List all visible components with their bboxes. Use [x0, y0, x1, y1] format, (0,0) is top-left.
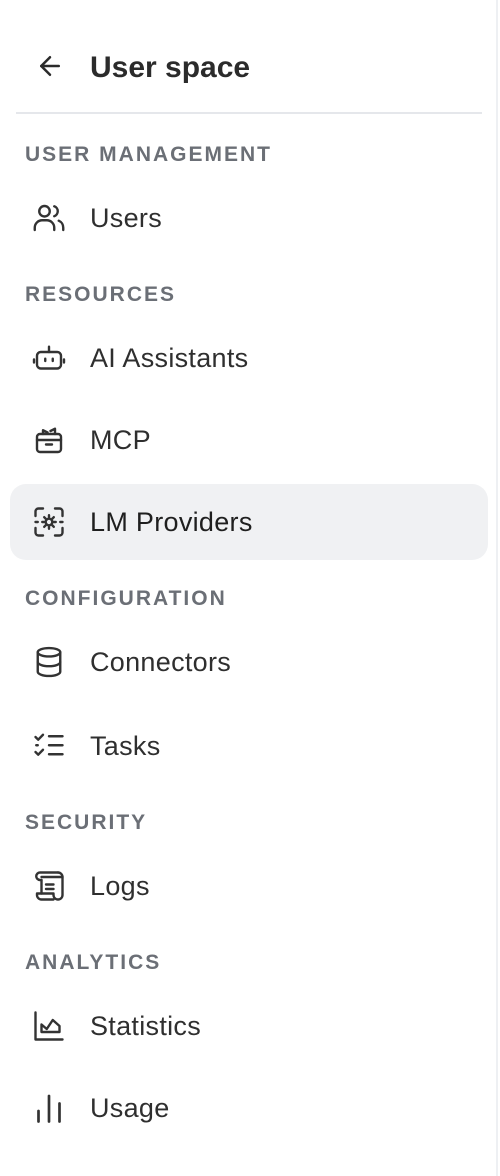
- database-icon: [30, 643, 68, 681]
- sidebar-item-ai-assistants[interactable]: AI Assistants: [10, 320, 488, 396]
- users-icon: [30, 199, 68, 237]
- sidebar-item-label: Statistics: [90, 1011, 202, 1041]
- bar-chart-icon: [30, 1089, 68, 1127]
- checklist-icon: [30, 727, 68, 765]
- area-chart-icon: [30, 1007, 68, 1045]
- sidebar-item-label: AI Assistants: [90, 343, 249, 373]
- section-label-configuration: CONFIGURATION: [25, 587, 227, 610]
- section-label-security: SECURITY: [25, 811, 148, 834]
- sidebar: User space USER MANAGEMENT Users RESOURC…: [0, 0, 498, 1176]
- sidebar-item-lm-providers[interactable]: LM Providers: [10, 484, 488, 560]
- sidebar-item-statistics[interactable]: Statistics: [10, 988, 488, 1064]
- back-button[interactable]: [30, 46, 70, 86]
- sidebar-item-users[interactable]: Users: [10, 180, 488, 256]
- sidebar-item-connectors[interactable]: Connectors: [10, 624, 488, 700]
- sidebar-item-label: Connectors: [90, 647, 232, 677]
- arrow-left-icon: [35, 51, 65, 81]
- sidebar-item-logs[interactable]: Logs: [10, 848, 488, 924]
- robot-icon: [30, 339, 68, 377]
- sidebar-item-mcp[interactable]: MCP: [10, 402, 488, 478]
- page-title: User space: [90, 51, 251, 84]
- section-label-resources: RESOURCES: [25, 283, 177, 306]
- sidebar-item-label: MCP: [90, 425, 151, 455]
- section-label-user-management: USER MANAGEMENT: [25, 143, 273, 166]
- toolbox-icon: [30, 421, 68, 459]
- section-label-analytics: ANALYTICS: [25, 951, 162, 974]
- cpu-gear-icon: [30, 503, 68, 541]
- sidebar-item-tasks[interactable]: Tasks: [10, 708, 488, 784]
- sidebar-item-label: Users: [90, 203, 163, 233]
- sidebar-item-usage[interactable]: Usage: [10, 1070, 488, 1146]
- sidebar-item-label: Logs: [90, 871, 150, 901]
- scroll-icon: [30, 867, 68, 905]
- sidebar-item-label: Usage: [90, 1093, 170, 1123]
- sidebar-item-label: LM Providers: [90, 507, 253, 537]
- sidebar-header: User space: [16, 26, 482, 114]
- sidebar-item-label: Tasks: [90, 731, 161, 761]
